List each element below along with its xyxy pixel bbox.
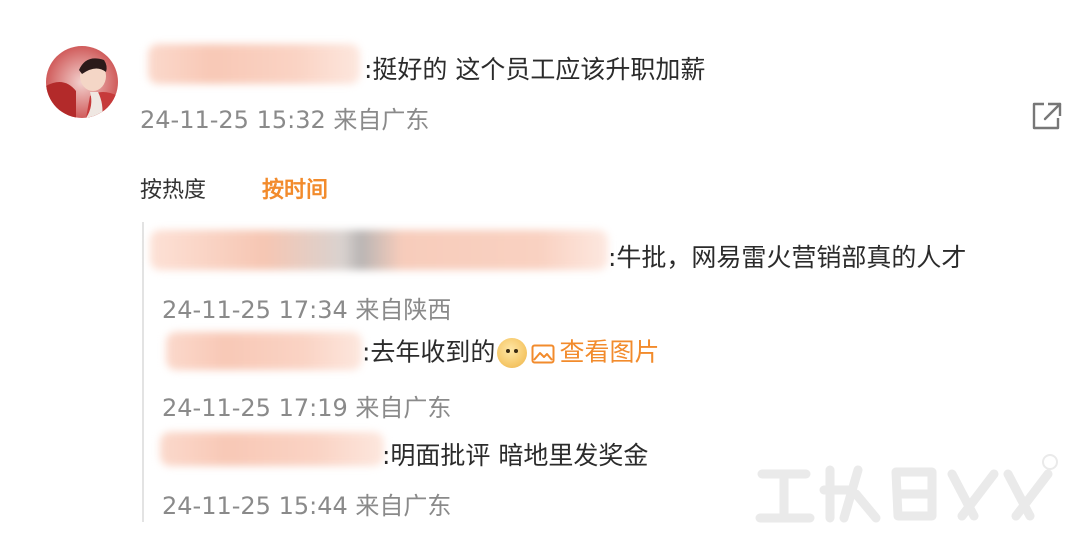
reply-text: :牛批，网易雷火营销部真的人才 — [608, 243, 967, 272]
comment-thread: :挺好的 这个员工应该升职加薪 24-11-25 15:32 来自广东 按热度 … — [0, 0, 1080, 538]
reply-meta: 24-11-25 17:19 来自广东 — [162, 394, 452, 422]
doge-emoji-icon — [497, 337, 528, 368]
tab-sort-by-time[interactable]: 按时间 — [262, 172, 328, 204]
reply-username-redacted[interactable] — [150, 230, 608, 270]
reply-username-redacted[interactable] — [160, 432, 384, 466]
image-icon[interactable] — [531, 343, 555, 363]
username-redacted[interactable] — [148, 44, 360, 84]
reply-content: :去年收到的 查看图片 — [362, 336, 659, 368]
avatar[interactable] — [46, 46, 118, 118]
view-image-link[interactable]: 查看图片 — [559, 338, 659, 367]
reply-thread-divider — [142, 222, 144, 522]
reply-text: :明面批评 暗地里发奖金 — [382, 441, 649, 470]
tab-sort-by-hot[interactable]: 按热度 — [140, 172, 206, 204]
reply-username-redacted[interactable] — [166, 332, 362, 370]
reply-meta: 24-11-25 17:34 来自陕西 — [162, 296, 452, 324]
reply-text: :去年收到的 — [362, 337, 496, 367]
reply-meta: 24-11-25 15:44 来自广东 — [162, 492, 452, 520]
main-comment-text: :挺好的 这个员工应该升职加薪 — [364, 55, 706, 84]
watermark-logo — [748, 448, 1068, 530]
main-comment-meta: 24-11-25 15:32 来自广东 — [140, 106, 430, 134]
share-external-icon[interactable] — [1030, 100, 1064, 132]
